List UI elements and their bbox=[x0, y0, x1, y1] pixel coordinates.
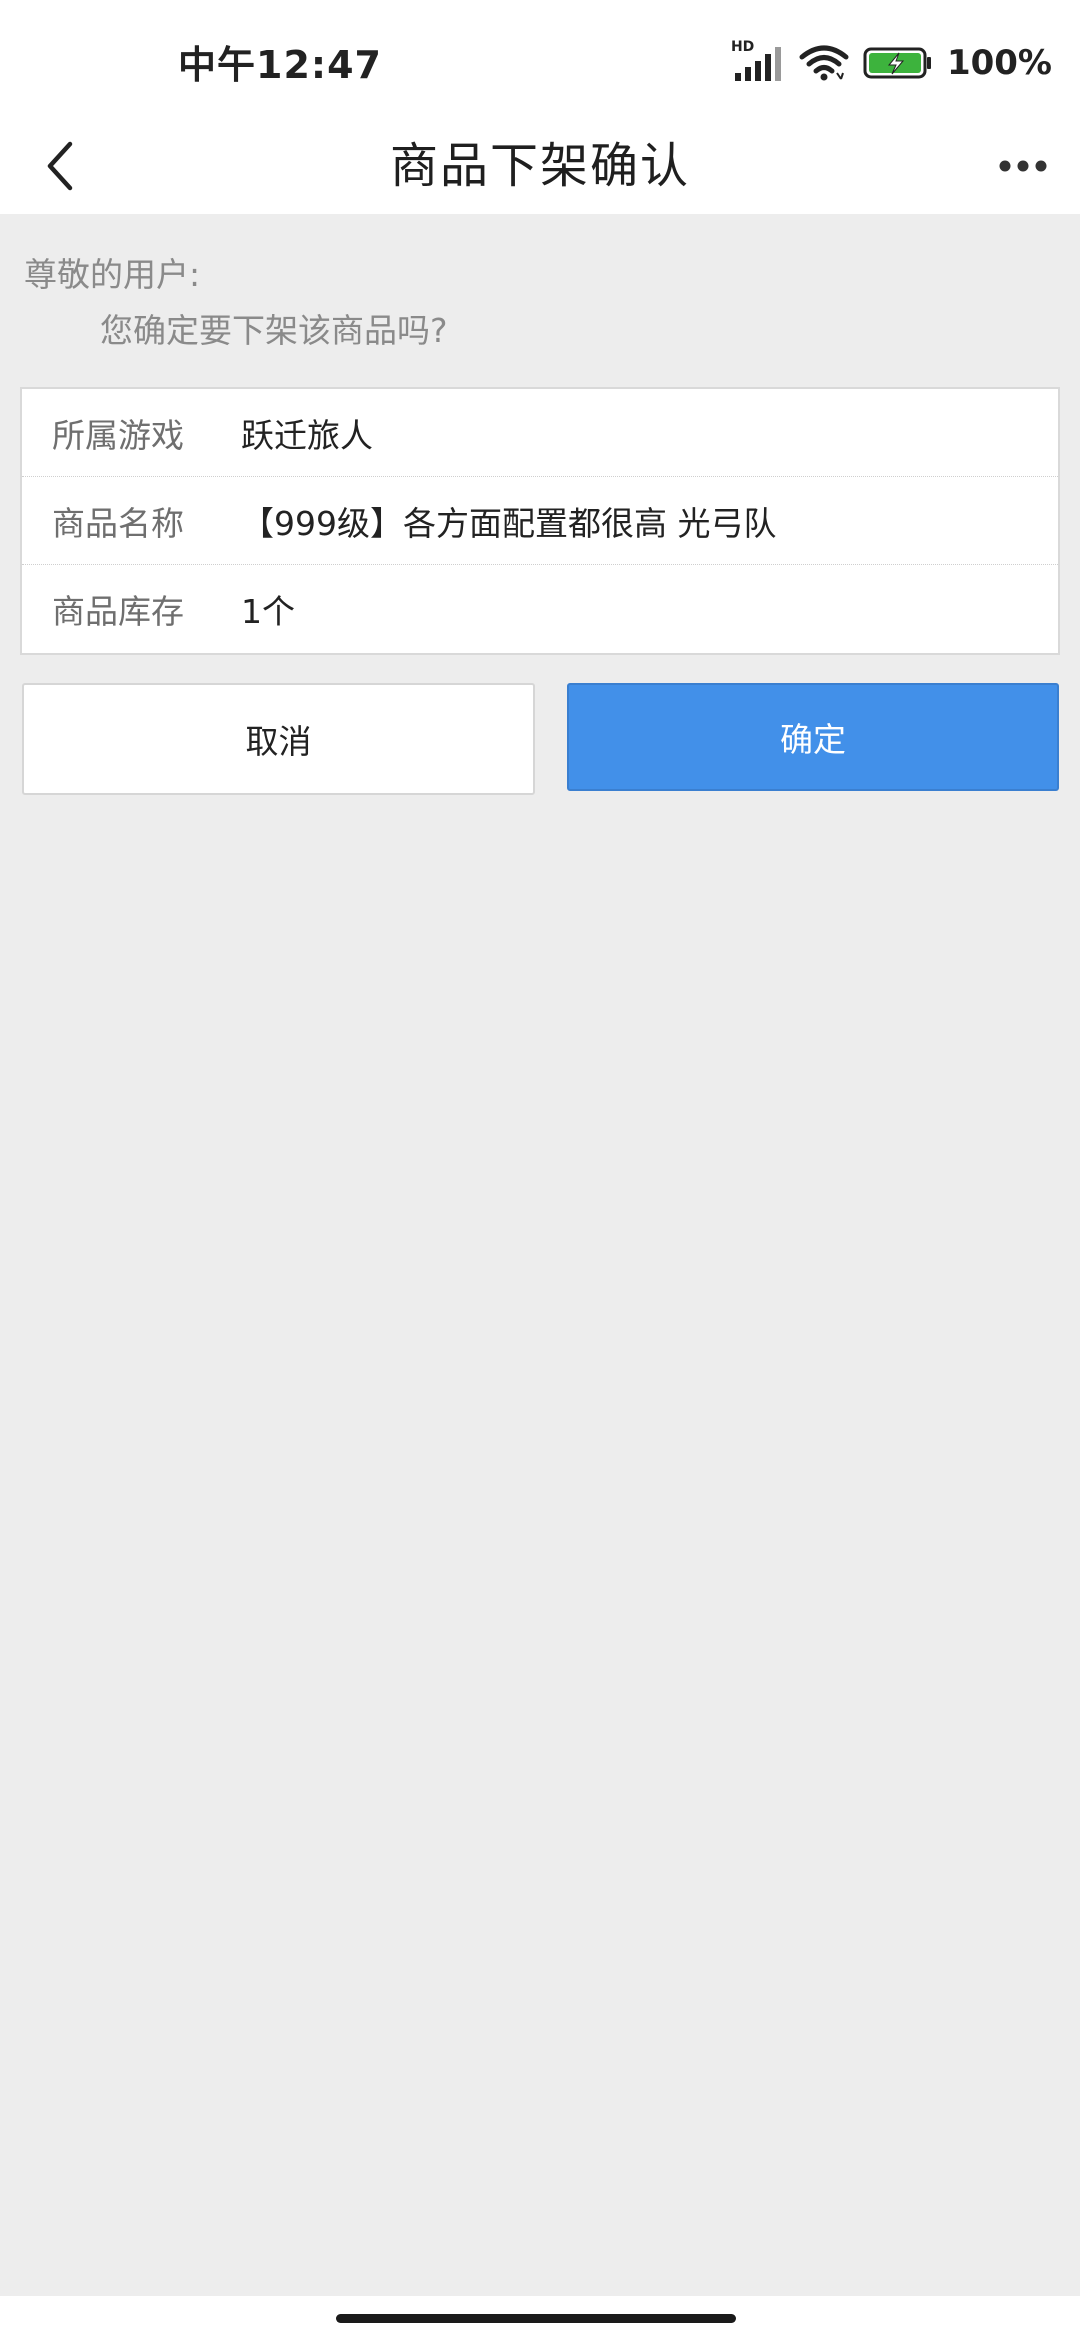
info-value: 跃迁旅人 bbox=[241, 415, 373, 455]
product-info-table: 所属游戏 跃迁旅人 商品名称 【999级】各方面配置都很高 光弓队 商品库存 1… bbox=[20, 387, 1060, 655]
back-button[interactable] bbox=[24, 130, 96, 202]
page-title: 商品下架确认 bbox=[389, 138, 690, 194]
info-label: 商品库存 bbox=[52, 592, 184, 631]
nav-bar: 商品下架确认 bbox=[0, 118, 1080, 214]
info-label: 商品名称 bbox=[52, 503, 184, 543]
info-row-stock: 商品库存 1个 bbox=[22, 565, 1058, 653]
info-value: 1个 bbox=[241, 592, 295, 631]
chevron-left-icon bbox=[47, 141, 73, 191]
more-button[interactable] bbox=[988, 136, 1058, 196]
status-time: 中午12:47 bbox=[178, 43, 382, 87]
info-row-product-name: 商品名称 【999级】各方面配置都很高 光弓队 bbox=[22, 477, 1058, 565]
battery-icon bbox=[863, 46, 933, 80]
battery-percent: 100% bbox=[946, 43, 1052, 83]
home-indicator[interactable] bbox=[336, 2314, 736, 2323]
confirm-question-text: 您确定要下架该商品吗? bbox=[100, 311, 448, 350]
signal-icon: HD bbox=[731, 39, 785, 83]
gesture-bar bbox=[0, 2296, 1080, 2340]
info-row-game: 所属游戏 跃迁旅人 bbox=[22, 389, 1058, 477]
status-icons: HD 100% bbox=[731, 38, 1052, 88]
more-horizontal-icon bbox=[999, 160, 1047, 172]
info-label: 所属游戏 bbox=[52, 415, 184, 455]
greeting-text: 尊敬的用户: bbox=[24, 255, 201, 294]
confirm-button[interactable]: 确定 bbox=[567, 683, 1059, 791]
info-value: 【999级】各方面配置都很高 光弓队 bbox=[241, 503, 777, 543]
status-bar: 中午12:47 HD 100% bbox=[0, 0, 1080, 118]
cancel-button[interactable]: 取消 bbox=[22, 683, 535, 795]
wifi-icon bbox=[799, 43, 849, 83]
